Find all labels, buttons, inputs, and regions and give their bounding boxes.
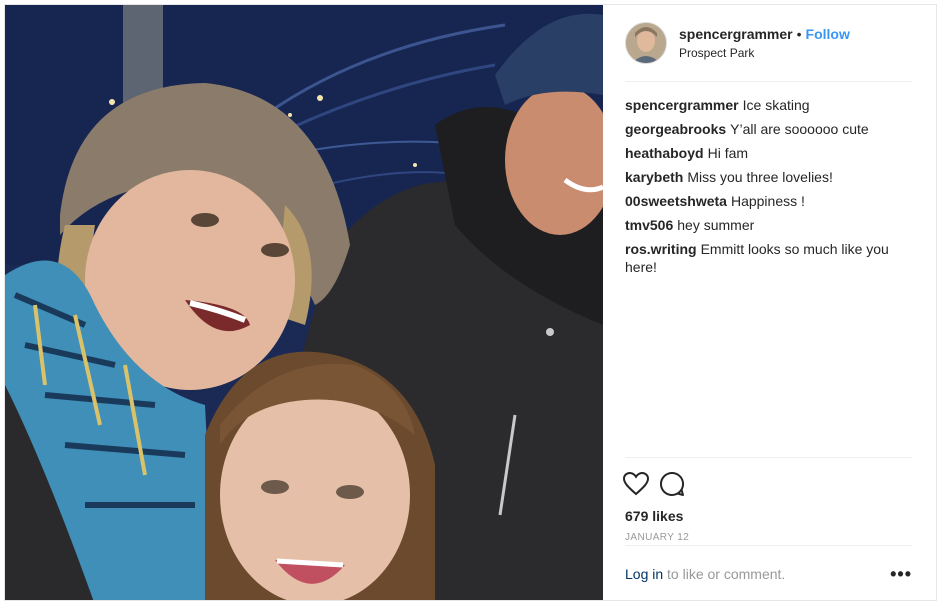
heart-icon[interactable] — [621, 469, 651, 499]
comment-text: Hi fam — [707, 145, 749, 161]
comment-item: heathaboyd Hi fam — [625, 144, 912, 162]
comment-item: georgeabrooks Y’all are soooooo cute — [625, 120, 912, 138]
header-username[interactable]: spencergrammer — [679, 26, 793, 42]
location-link[interactable]: Prospect Park — [679, 45, 850, 61]
comment-username[interactable]: spencergrammer — [625, 97, 739, 113]
comment-item: spencergrammer Ice skating — [625, 96, 912, 114]
header-text: spencergrammer • Follow Prospect Park — [679, 25, 850, 61]
login-prompt-text: to like or comment. — [667, 565, 786, 582]
comment-item: tmv506 hey summer — [625, 216, 912, 234]
comments-list: spencergrammer Ice skating georgeabrooks Y… — [625, 82, 912, 276]
comment-text: hey summer — [677, 217, 755, 233]
comment-text: Miss you three lovelies! — [687, 169, 833, 185]
comment-item: ros.writing Emmitt looks so much like you… — [625, 240, 912, 276]
follow-button[interactable]: Follow — [806, 26, 850, 42]
header-line: spencergrammer • Follow — [679, 25, 850, 43]
comment-item: 00sweetshweta Happiness ! — [625, 192, 912, 210]
instagram-post: spencergrammer • Follow Prospect Park spen… — [4, 4, 937, 601]
post-date: JANUARY 12 — [625, 532, 690, 543]
more-options-icon[interactable]: ••• — [890, 565, 912, 583]
likes-count[interactable]: 679 likes — [625, 508, 912, 524]
post-header: spencergrammer • Follow Prospect Park — [625, 5, 912, 82]
actions-area: 679 likes JANUARY 12 — [623, 457, 912, 543]
post-sidebar: spencergrammer • Follow Prospect Park spen… — [603, 5, 936, 600]
comment-username[interactable]: ros.writing — [625, 241, 697, 257]
comment-text: Y’all are soooooo cute — [730, 121, 869, 137]
comment-text: Happiness ! — [730, 193, 805, 209]
comment-username[interactable]: heathaboyd — [625, 145, 704, 161]
avatar[interactable] — [625, 22, 667, 64]
comment-username[interactable]: georgeabrooks — [625, 121, 726, 137]
comment-username[interactable]: 00sweetshweta — [625, 193, 727, 209]
post-photo-image — [5, 5, 603, 600]
avatar-image — [626, 23, 666, 63]
login-link[interactable]: Log in — [625, 566, 663, 582]
comment-username[interactable]: karybeth — [625, 169, 683, 185]
login-prompt: Log in to like or comment. — [625, 566, 785, 582]
separator-dot: • — [796, 26, 802, 42]
comment-bubble-icon[interactable] — [657, 469, 687, 499]
login-footer: Log in to like or comment. ••• — [625, 545, 912, 601]
comment-text: Ice skating — [742, 97, 810, 113]
comment-username[interactable]: tmv506 — [625, 217, 673, 233]
comment-item: karybeth Miss you three lovelies! — [625, 168, 912, 186]
post-photo[interactable] — [5, 5, 603, 600]
action-icons — [623, 458, 912, 506]
